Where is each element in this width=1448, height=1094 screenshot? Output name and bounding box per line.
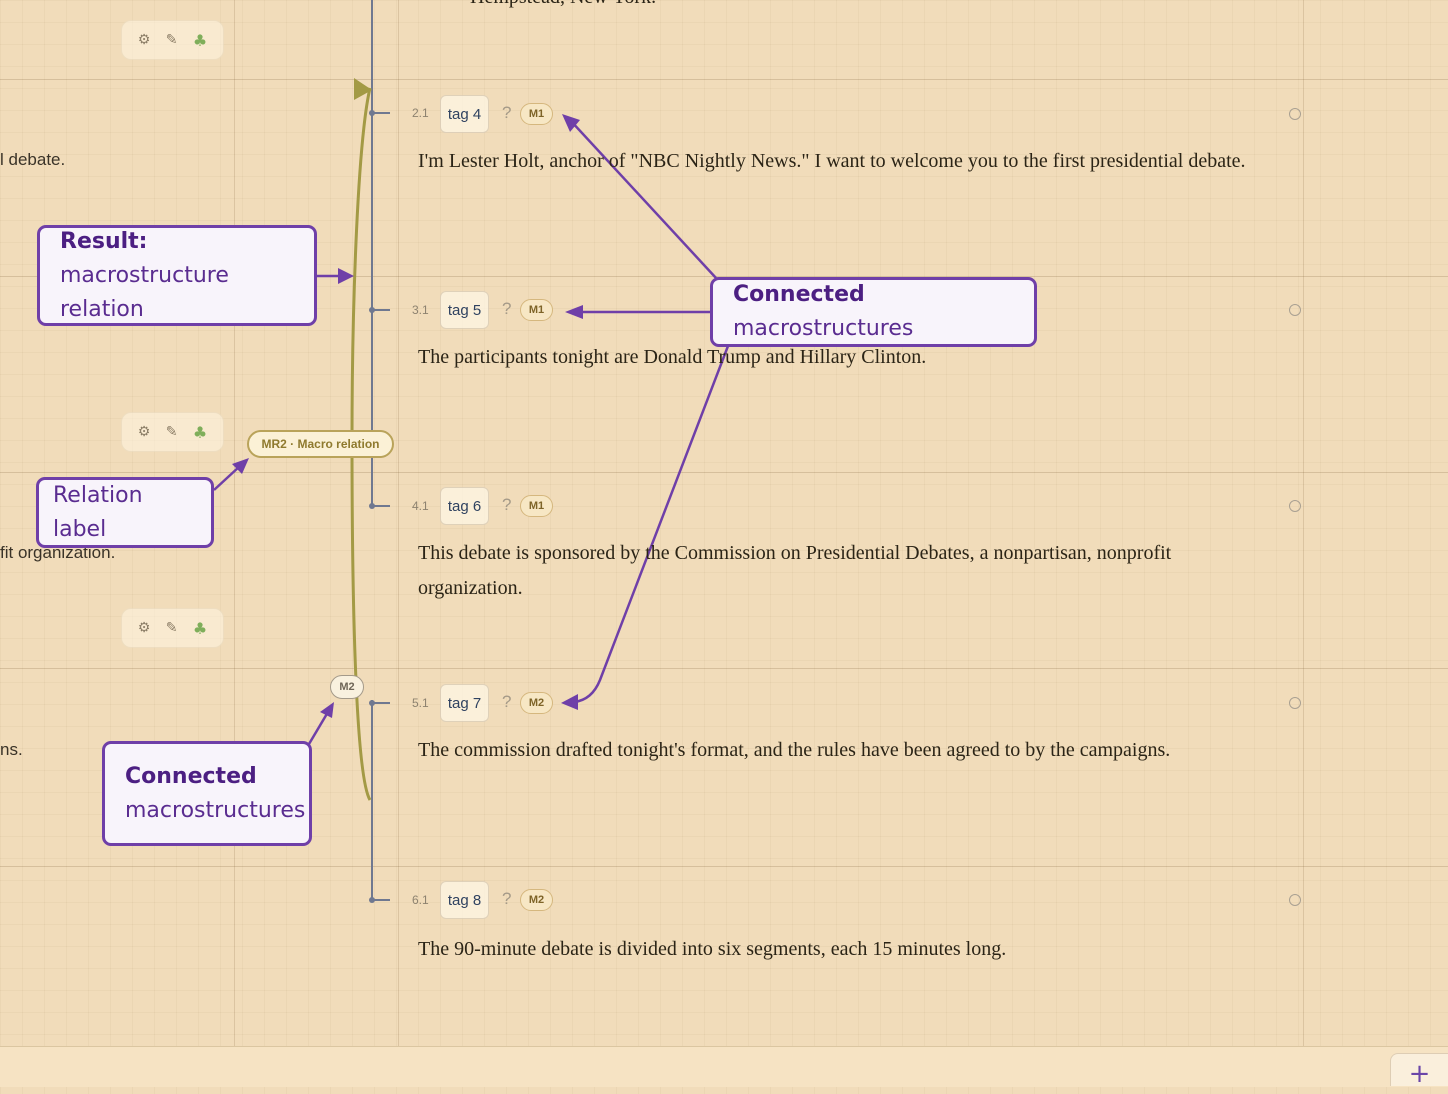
row-divider bbox=[0, 79, 1448, 80]
callout-rest: macrostructure relation bbox=[60, 262, 229, 322]
column-divider bbox=[398, 0, 399, 1046]
callout-text: Result: macrostructure relation bbox=[60, 225, 294, 327]
callout-bold: Result: bbox=[60, 228, 148, 254]
question-icon[interactable]: ? bbox=[502, 299, 511, 319]
row-divider bbox=[0, 472, 1448, 473]
pencil-icon[interactable]: ✎ bbox=[166, 620, 178, 636]
row-divider bbox=[0, 866, 1448, 867]
question-icon[interactable]: ? bbox=[502, 495, 511, 515]
question-icon[interactable]: ? bbox=[502, 103, 511, 123]
gear-icon[interactable]: ⚙ bbox=[138, 620, 151, 636]
gear-icon[interactable]: ⚙ bbox=[138, 424, 151, 440]
column-divider bbox=[1303, 0, 1304, 1046]
row-tools: ⚙ ✎ ♣ bbox=[121, 412, 224, 452]
row-number: 6.1 bbox=[412, 893, 429, 907]
left-text-fragment: ns. bbox=[0, 740, 23, 759]
callout-result: Result: macrostructure relation bbox=[37, 225, 317, 326]
bottom-input-bar[interactable] bbox=[0, 1046, 1448, 1087]
macro-relation-label[interactable]: MR2 · Macro relation bbox=[247, 430, 394, 458]
add-button[interactable]: + bbox=[1390, 1053, 1448, 1089]
gear-icon[interactable]: ⚙ bbox=[138, 32, 151, 48]
row-radio[interactable] bbox=[1289, 697, 1301, 709]
pencil-icon[interactable]: ✎ bbox=[166, 424, 178, 440]
column-divider bbox=[234, 0, 235, 1046]
row-tools: ⚙ ✎ ♣ bbox=[121, 608, 224, 648]
sentence-text: This debate is sponsored by the Commissi… bbox=[418, 542, 1172, 599]
macro-badge[interactable]: M2 bbox=[520, 889, 553, 911]
tag-chip[interactable]: tag 8 bbox=[440, 881, 489, 919]
row-divider bbox=[0, 668, 1448, 669]
row-radio[interactable] bbox=[1289, 108, 1301, 120]
macro-badge[interactable]: M1 bbox=[520, 103, 553, 125]
macro-node-badge[interactable]: M2 bbox=[330, 675, 364, 699]
row-radio[interactable] bbox=[1289, 304, 1301, 316]
tag-chip[interactable]: tag 6 bbox=[440, 487, 489, 525]
callout-bold: Connected bbox=[733, 282, 865, 307]
macro-badge[interactable]: M2 bbox=[520, 692, 553, 714]
callout-text: Connected macrostructures bbox=[125, 760, 305, 828]
previous-sentence-fragment: Hempstead, New York. bbox=[470, 0, 656, 9]
sentence-text: The commission drafted tonight's format,… bbox=[418, 739, 1171, 761]
callout-connected-top: Connected macrostructures bbox=[710, 277, 1037, 347]
tree-icon[interactable]: ♣ bbox=[193, 423, 207, 442]
row-radio[interactable] bbox=[1289, 500, 1301, 512]
pencil-icon[interactable]: ✎ bbox=[166, 32, 178, 48]
callout-rest: macrostructures bbox=[733, 316, 914, 341]
row-radio[interactable] bbox=[1289, 894, 1301, 906]
question-icon[interactable]: ? bbox=[502, 692, 511, 712]
callout-text: Relation label bbox=[53, 482, 143, 542]
row-number: 5.1 bbox=[412, 696, 429, 710]
row-number: 3.1 bbox=[412, 303, 429, 317]
callout-text: Connected macrostructures bbox=[733, 278, 1014, 346]
tag-chip[interactable]: tag 7 bbox=[440, 684, 489, 722]
tree-icon[interactable]: ♣ bbox=[193, 31, 207, 50]
row-number: 4.1 bbox=[412, 499, 429, 513]
sentence-text: I'm Lester Holt, anchor of "NBC Nightly … bbox=[418, 150, 1246, 172]
macro-badge[interactable]: M1 bbox=[520, 495, 553, 517]
callout-relation-label: Relation label bbox=[36, 477, 214, 548]
callout-bold: Connected bbox=[125, 763, 257, 789]
callout-connected-bottom: Connected macrostructures bbox=[102, 741, 312, 846]
sentence-text: The 90-minute debate is divided into six… bbox=[418, 938, 1007, 960]
tree-icon[interactable]: ♣ bbox=[193, 619, 207, 638]
row-tools: ⚙ ✎ ♣ bbox=[121, 20, 224, 60]
callout-rest: macrostructures bbox=[125, 797, 306, 823]
row-number: 2.1 bbox=[412, 106, 429, 120]
question-icon[interactable]: ? bbox=[502, 889, 511, 909]
tag-chip[interactable]: tag 5 bbox=[440, 291, 489, 329]
macro-badge[interactable]: M1 bbox=[520, 299, 553, 321]
tag-chip[interactable]: tag 4 bbox=[440, 95, 489, 133]
left-text-fragment: l debate. bbox=[0, 150, 66, 169]
